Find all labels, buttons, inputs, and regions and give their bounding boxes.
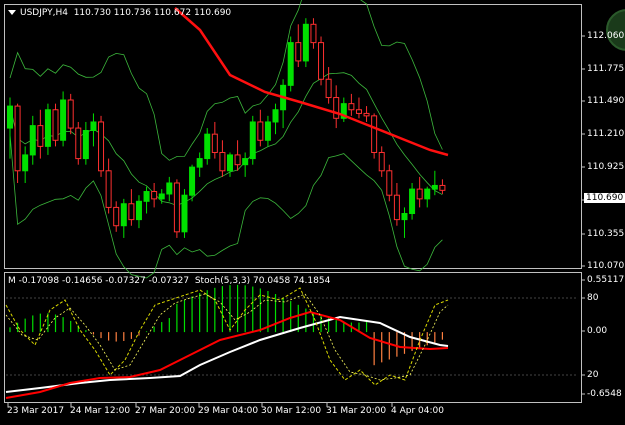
candle-body	[295, 42, 302, 62]
time-tick-label: 4 Apr 04:00	[391, 406, 444, 416]
time-tick-label: 30 Mar 12:00	[261, 406, 322, 416]
candle-body	[60, 99, 67, 141]
candle-body	[409, 188, 416, 215]
indicator-tick-label: -0.6548	[587, 389, 622, 399]
candle-body	[181, 194, 188, 233]
candle-body	[355, 109, 362, 114]
candle-body	[257, 121, 264, 141]
time-tick-label: 24 Mar 12:00	[70, 406, 131, 416]
candle-body	[234, 154, 241, 166]
candle-body	[378, 151, 385, 172]
candle-body	[52, 109, 59, 141]
candle-body	[29, 125, 36, 156]
candle-body	[333, 97, 340, 119]
candle-body	[98, 121, 105, 172]
price-tick-label: 111.490	[587, 96, 625, 106]
candle-body	[105, 170, 112, 208]
indicator-tick-label: 0.55117	[587, 275, 625, 285]
bollinger-lower	[9, 134, 443, 279]
candle-body	[227, 154, 233, 172]
candle-body	[431, 184, 438, 190]
candle-body	[14, 105, 21, 172]
candle-body	[416, 188, 423, 200]
indicator-tick-label: 20	[587, 370, 599, 380]
candle-body	[166, 182, 173, 195]
price-tick-label: 112.060	[587, 31, 625, 41]
candle-body	[264, 121, 271, 141]
ohlc-label: 110.730 110.736 110.672 110.690	[73, 8, 232, 18]
current-price-tag: 110.690	[584, 193, 625, 203]
chart-header: USDJPY,H4 110.730 110.736 110.672 110.69…	[8, 8, 231, 19]
chart-canvas	[5, 0, 585, 407]
candle-body	[302, 23, 309, 62]
candle-body	[310, 23, 317, 44]
indicator-header: M -0.17098 -0.14656 -0.07327 -0.07327 St…	[8, 276, 330, 287]
candle-body	[135, 200, 142, 221]
price-tick-label: 110.070	[587, 261, 625, 271]
candle-body	[219, 151, 226, 172]
candle-body	[196, 158, 203, 168]
candle-body	[113, 206, 120, 227]
indicator-tick-label: 80	[587, 293, 599, 303]
candle-body	[90, 121, 97, 132]
candle-body	[348, 103, 355, 111]
candle-body	[401, 213, 408, 221]
stoch-label: Stoch(5,3,3)	[194, 276, 251, 286]
candle-body	[386, 170, 393, 196]
candle-body	[67, 99, 74, 129]
candle-body	[318, 42, 325, 80]
candle-body	[44, 109, 51, 147]
candle-body	[120, 203, 127, 227]
candle-body	[37, 125, 44, 147]
candle-body	[363, 112, 370, 117]
time-tick-label: 31 Mar 20:00	[326, 406, 387, 416]
price-tick-label: 111.210	[587, 129, 625, 139]
time-tick-label: 23 Mar 2017	[7, 406, 65, 416]
symbol-label: USDJPY,H4	[20, 8, 68, 18]
candle-body	[151, 191, 158, 200]
candle-body	[82, 130, 89, 160]
price-tick-label: 111.775	[587, 64, 625, 74]
stoch-values: 70.0458 74.1854	[253, 276, 331, 286]
candle-body	[439, 184, 446, 191]
time-tick-label: 29 Mar 04:00	[198, 406, 259, 416]
candle-body	[128, 203, 135, 221]
price-tick-label: 110.355	[587, 229, 625, 239]
candle-body	[249, 121, 256, 160]
trading-terminal: { "main": { "symbol": "USDJPY,H4", "ohlc…	[0, 0, 625, 425]
indicator-tick-label: 0.00	[587, 326, 608, 336]
macd-values: -0.17098 -0.14656 -0.07327 -0.07327	[18, 276, 190, 286]
candle-body	[242, 158, 249, 166]
candle-body	[204, 133, 211, 160]
candle-body	[22, 154, 29, 172]
candle-body	[143, 191, 150, 202]
candle-body	[272, 109, 279, 123]
candle-body	[287, 42, 294, 86]
candle-body	[371, 115, 378, 153]
bollinger-upper	[9, 0, 443, 161]
candle-body	[158, 193, 165, 200]
candle-body	[75, 127, 82, 160]
time-tick-label: 27 Mar 20:00	[135, 406, 196, 416]
dropdown-triangle-icon[interactable]	[8, 10, 16, 15]
macd-prefix: M	[8, 276, 16, 286]
candle-body	[393, 194, 400, 221]
candle-body	[189, 166, 196, 196]
candle-body	[7, 105, 13, 129]
candle-body	[211, 133, 218, 153]
candle-body	[424, 188, 431, 200]
price-tick-label: 110.925	[587, 162, 625, 172]
candle-body	[325, 78, 332, 99]
candle-body	[173, 182, 180, 233]
